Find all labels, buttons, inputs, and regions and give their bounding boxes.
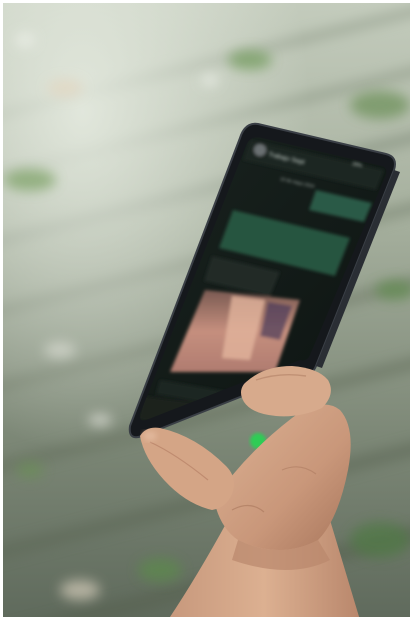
photo-scene: Trabajo Sept 39% 10 de mayo 2024 [0, 0, 413, 620]
